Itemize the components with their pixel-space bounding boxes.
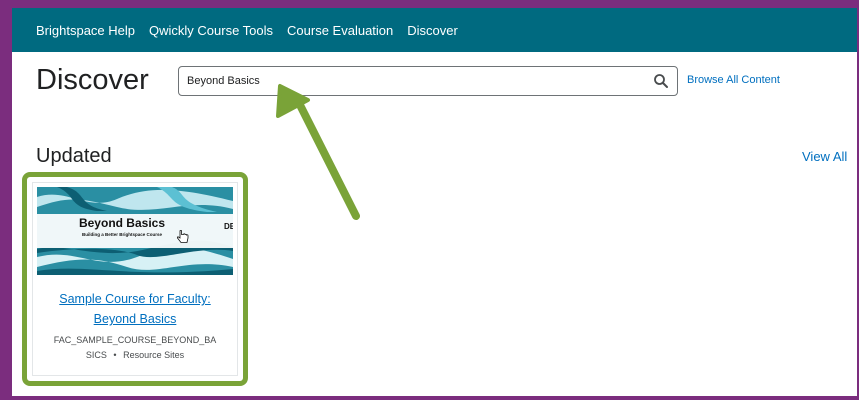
search-input[interactable] (187, 67, 647, 95)
course-title-line1[interactable]: Sample Course for Faculty: (37, 289, 233, 309)
nav-qwickly-course-tools[interactable]: Qwickly Course Tools (149, 23, 273, 38)
view-all-link[interactable]: View All (802, 149, 847, 164)
top-navbar: Brightspace Help Qwickly Course Tools Co… (12, 8, 857, 52)
course-card-title[interactable]: Sample Course for Faculty: Beyond Basics (37, 289, 233, 329)
updated-section-title: Updated (36, 145, 112, 167)
course-card[interactable]: Beyond Basics Building a Better Brightsp… (32, 182, 238, 376)
nav-discover[interactable]: Discover (407, 23, 458, 38)
banner-title: Beyond Basics (78, 216, 166, 230)
course-title-line2[interactable]: Beyond Basics (37, 309, 233, 329)
course-code-rest: SICS (85, 350, 107, 360)
course-code-line2: SICS • Resource Sites (41, 348, 229, 363)
course-code-line1: FAC_SAMPLE_COURSE_BEYOND_BA (53, 335, 217, 345)
nav-course-evaluation[interactable]: Course Evaluation (287, 23, 393, 38)
hand-cursor-icon (177, 230, 189, 243)
separator-dot: • (113, 350, 117, 360)
course-banner: Beyond Basics Building a Better Brightsp… (37, 214, 233, 248)
discover-window: Brightspace Help Qwickly Course Tools Co… (12, 8, 857, 396)
course-card-image[interactable]: Beyond Basics Building a Better Brightsp… (37, 187, 233, 275)
banner-tag: DE (224, 222, 233, 231)
page-title: Discover (36, 64, 149, 96)
search-box (178, 66, 678, 96)
browse-all-content-link[interactable]: Browse All Content (687, 74, 780, 86)
course-category: Resource Sites (123, 350, 185, 360)
course-code: FAC_SAMPLE_COURSE_BEYOND_BA SICS • Resou… (41, 333, 229, 363)
nav-brightspace-help[interactable]: Brightspace Help (36, 23, 135, 38)
search-icon[interactable] (653, 73, 669, 89)
